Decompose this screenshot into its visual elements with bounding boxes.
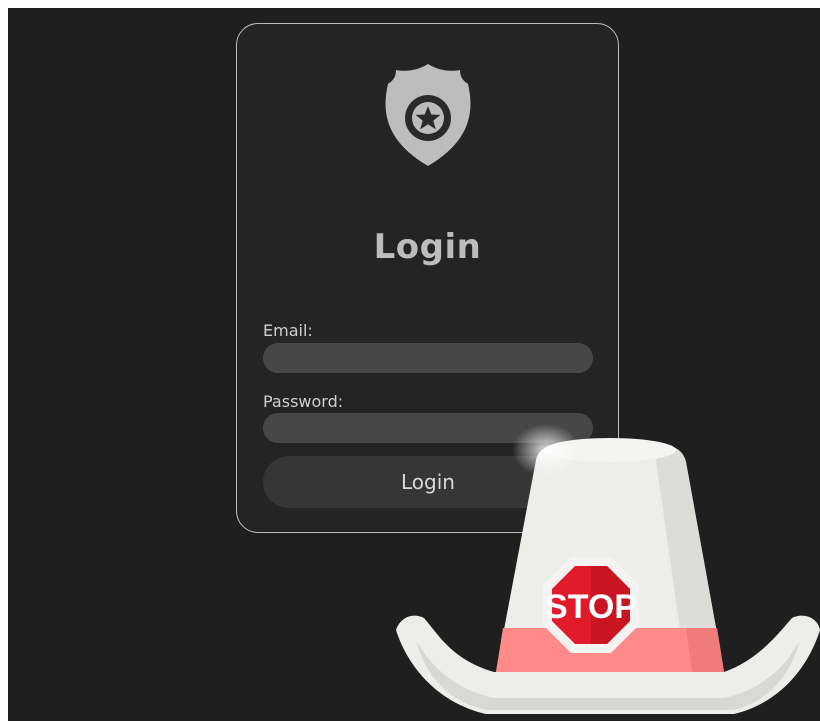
police-badge-icon	[385, 64, 471, 166]
login-title: Login	[373, 227, 482, 267]
app-screen: Login Email: Password: Login STOP	[8, 8, 820, 721]
email-label: Email:	[263, 321, 313, 340]
stop-sign-text: STOP	[545, 588, 637, 626]
stop-cone-illustration: STOP	[396, 424, 820, 714]
password-label: Password:	[263, 392, 344, 411]
email-field[interactable]	[263, 343, 593, 373]
